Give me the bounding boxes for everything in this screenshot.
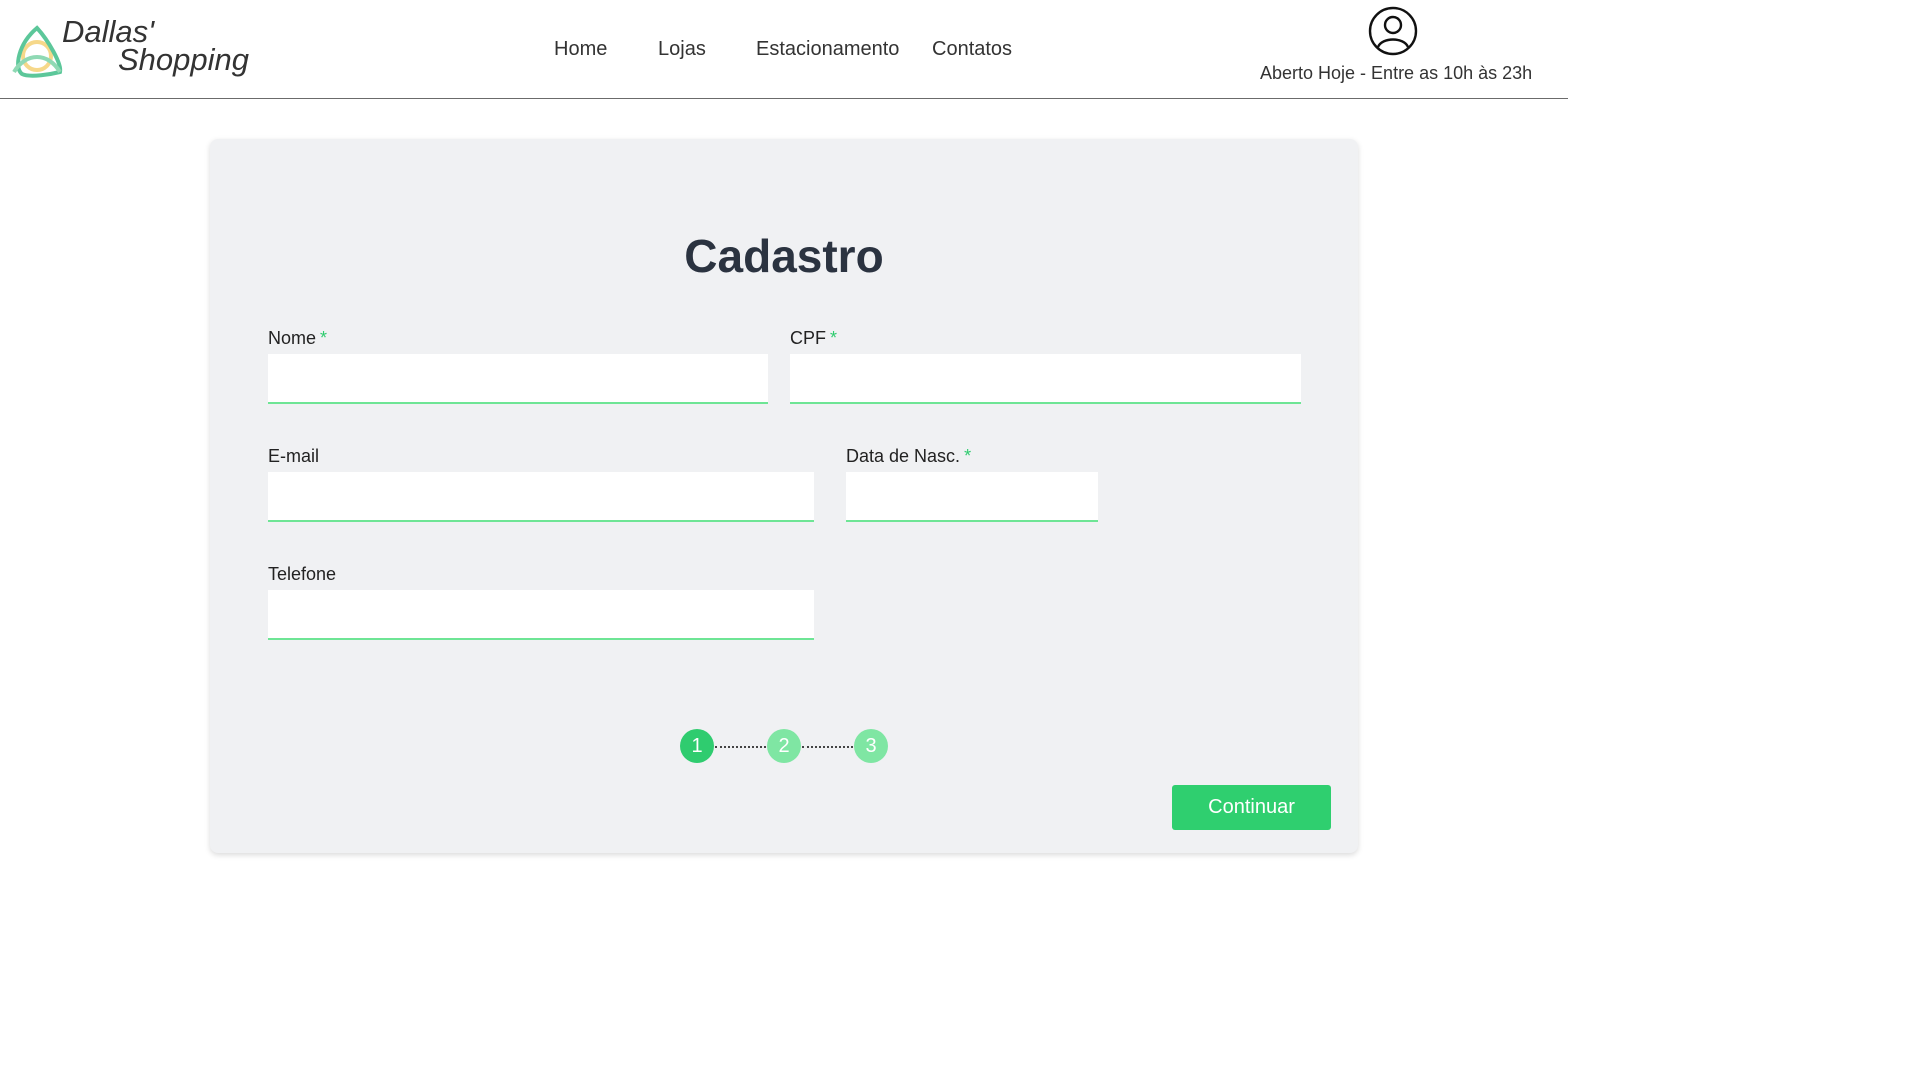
nav-home[interactable]: Home <box>554 38 607 61</box>
telefone-label: Telefone <box>268 564 336 585</box>
brand-name-line2[interactable]: Shopping <box>118 42 249 78</box>
nav-estacionamento[interactable]: Estacionamento <box>756 38 899 61</box>
telefone-input[interactable] <box>268 590 814 640</box>
opening-hours: Aberto Hoje - Entre as 10h às 23h <box>1260 63 1533 83</box>
nome-input[interactable] <box>268 354 768 404</box>
required-mark: * <box>964 446 972 466</box>
cpf-label-text: CPF <box>790 328 826 348</box>
nav-lojas[interactable]: Lojas <box>658 38 706 61</box>
continue-button[interactable]: Continuar <box>1172 785 1331 830</box>
email-label-text: E-mail <box>268 446 320 466</box>
triquetra-logo-icon[interactable] <box>8 22 66 80</box>
required-mark: * <box>320 328 328 348</box>
nav-contatos[interactable]: Contatos <box>932 38 1012 61</box>
telefone-label-text: Telefone <box>268 564 337 584</box>
nasc-label-text: Data de Nasc. <box>846 446 961 466</box>
nome-label: Nome * <box>268 328 327 349</box>
step-connector <box>802 746 853 748</box>
required-mark: * <box>830 328 838 348</box>
nasc-label: Data de Nasc. * <box>846 446 971 467</box>
step-2-indicator[interactable]: 2 <box>767 729 801 763</box>
registration-card: Cadastro Nome * CPF * E-mail Data de Nasc.… <box>210 139 1358 853</box>
step-3-indicator[interactable]: 3 <box>854 729 888 763</box>
birthdate-input[interactable] <box>846 472 1098 522</box>
site-header: Dallas' Shopping Home Lojas Estacionamen… <box>0 0 1568 99</box>
cpf-label: CPF * <box>790 328 837 349</box>
step-1-indicator[interactable]: 1 <box>680 729 714 763</box>
email-input[interactable] <box>268 472 814 522</box>
email-label: E-mail <box>268 446 319 467</box>
cpf-input[interactable] <box>790 354 1301 404</box>
nome-label-text: Nome <box>268 328 317 348</box>
user-account-icon[interactable] <box>1368 6 1418 56</box>
step-connector <box>715 746 766 748</box>
page-title: Cadastro <box>684 230 884 282</box>
